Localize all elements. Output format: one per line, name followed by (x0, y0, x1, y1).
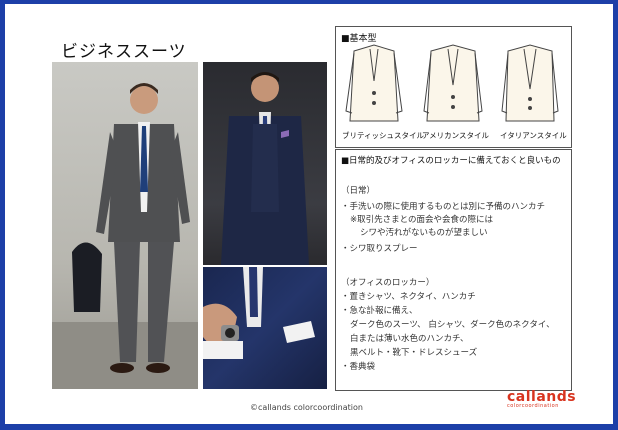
text-line: 黒ベルト・靴下・ドレスシューズ (350, 348, 478, 358)
photo-suit-detail (203, 267, 327, 389)
recommended-items-heading: ■日常的及びオフィスのロッカーに備えておくと良いもの (341, 156, 561, 166)
callands-logo: callands colorcoordination (507, 389, 576, 409)
italian-suit-illustration (501, 44, 559, 122)
copyright-text: ©callands colorcoordination (250, 403, 363, 412)
text-line: ・シワ取りスプレー (341, 244, 418, 254)
style-label-american: アメリカンスタイル (422, 131, 489, 140)
suit-style-illustrations (345, 44, 559, 122)
text-line: ※取引先さまとの面会や会食の際には (350, 215, 494, 225)
text-line: ・香典袋 (341, 362, 376, 372)
text-line: ダーク色のスーツ、 白シャツ、ダーク色のネクタイ、 (350, 320, 555, 330)
text-line: 白または薄い水色のハンカチ、 (350, 334, 469, 344)
text-line: シワや汚れがないものが望ましい (360, 228, 488, 238)
american-suit-illustration (423, 44, 483, 122)
page-title: ビジネススーツ (61, 42, 187, 62)
photo-grey-suit-man (52, 62, 198, 389)
style-label-italian: イタリアンスタイル (500, 131, 567, 140)
photo-navy-suit-man (203, 62, 327, 265)
text-line: ・置きシャツ、ネクタイ、ハンカチ (341, 292, 476, 302)
slide: ビジネススーツ ■基本型 ブリティッシュスタイル アメリカンスタイル イタリアン… (5, 4, 613, 424)
basic-styles-box: ■基本型 ブリティッシュスタイル アメリカンスタイル イタリアンスタイル (335, 26, 572, 148)
text-line: （オフィスのロッカー） (341, 278, 435, 288)
recommended-items-box: ■日常的及びオフィスのロッカーに備えておくと良いもの （日常） ・手洗いの際に使… (335, 149, 572, 391)
text-line: （日常） (341, 186, 376, 196)
text-line: ・急な訃報に備え、 (341, 306, 418, 316)
style-label-british: ブリティッシュスタイル (342, 131, 425, 140)
text-line: ・手洗いの際に使用するものとは別に予備のハンカチ (341, 202, 546, 212)
british-suit-illustration (345, 44, 403, 122)
